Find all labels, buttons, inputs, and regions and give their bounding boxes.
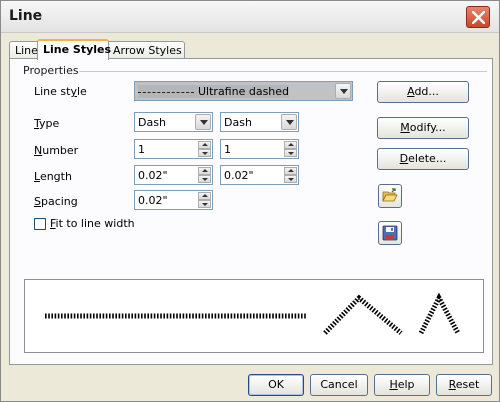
add-button[interactable]: Add... — [377, 81, 469, 103]
stepper-down-icon[interactable] — [198, 149, 211, 157]
reset-button[interactable]: Reset — [436, 374, 492, 396]
type-value-1: Dash — [138, 116, 166, 129]
spacing-value: 0.02" — [138, 194, 168, 207]
length-value-1: 0.02" — [138, 169, 168, 182]
line-style-select[interactable]: Ultrafine dashed — [134, 81, 353, 101]
stepper-arrows — [198, 141, 211, 157]
length-value-2: 0.02" — [224, 169, 254, 182]
help-button[interactable]: Help — [374, 374, 430, 396]
spacing-label: Spacing — [34, 195, 78, 208]
chevron-down-icon[interactable] — [195, 114, 211, 130]
line-preview — [24, 279, 484, 353]
type-value-2: Dash — [224, 116, 252, 129]
line-style-label: Line style — [34, 85, 87, 98]
window-title: Line — [9, 8, 43, 24]
close-icon — [472, 11, 485, 24]
line-preview-drawing — [45, 292, 461, 335]
type-select-1[interactable]: Dash — [134, 112, 213, 132]
number-label: Number — [34, 144, 79, 157]
line-dialog: Line Line Line Styles Arrow Styles Prope… — [0, 0, 500, 402]
number-stepper-1[interactable]: 1 — [134, 139, 213, 159]
stepper-arrows — [284, 167, 297, 183]
number-value-1: 1 — [138, 143, 145, 156]
fit-to-line-width-label: Fit to line width — [50, 217, 135, 230]
modify-button[interactable]: Modify... — [377, 117, 469, 139]
close-button[interactable] — [466, 6, 490, 28]
cancel-button[interactable]: Cancel — [310, 374, 368, 396]
folder-open-icon — [382, 188, 398, 202]
save-line-styles-button[interactable] — [378, 221, 402, 245]
spacing-stepper[interactable]: 0.02" — [134, 190, 213, 210]
title-bar[interactable]: Line — [1, 1, 499, 33]
tab-line-styles-label: Line Styles — [43, 43, 112, 56]
number-value-2: 1 — [224, 143, 231, 156]
stepper-arrows — [198, 192, 211, 208]
length-stepper-1[interactable]: 0.02" — [134, 165, 213, 185]
stepper-down-icon[interactable] — [198, 200, 211, 208]
tab-arrow-styles-label: Arrow Styles — [113, 44, 182, 57]
stepper-arrows — [284, 141, 297, 157]
chevron-down-icon[interactable] — [281, 114, 297, 130]
properties-group-label: Properties — [23, 64, 79, 77]
line-style-value: Ultrafine dashed — [138, 85, 290, 98]
stepper-down-icon[interactable] — [284, 149, 297, 157]
length-stepper-2[interactable]: 0.02" — [220, 165, 299, 185]
tab-line-label: Line — [15, 44, 38, 57]
number-stepper-2[interactable]: 1 — [220, 139, 299, 159]
stepper-up-icon[interactable] — [198, 167, 211, 175]
delete-button[interactable]: Delete... — [377, 148, 469, 170]
stepper-arrows — [198, 167, 211, 183]
chevron-down-icon[interactable] — [335, 83, 351, 99]
fit-to-line-width-checkbox[interactable] — [34, 218, 46, 230]
tab-arrow-styles[interactable]: Arrow Styles — [107, 41, 185, 59]
tab-line-styles[interactable]: Line Styles — [37, 39, 112, 60]
type-select-2[interactable]: Dash — [220, 112, 299, 132]
length-label: Length — [34, 170, 72, 183]
stepper-down-icon[interactable] — [284, 175, 297, 183]
stepper-up-icon[interactable] — [198, 141, 211, 149]
load-line-styles-button[interactable] — [378, 184, 402, 208]
type-label: Type — [34, 117, 60, 130]
tab-line[interactable]: Line — [9, 41, 39, 59]
floppy-disk-icon — [382, 225, 398, 241]
stepper-up-icon[interactable] — [198, 192, 211, 200]
dash-preview-icon — [138, 91, 194, 93]
ok-button[interactable]: OK — [248, 374, 304, 396]
stepper-up-icon[interactable] — [284, 141, 297, 149]
stepper-up-icon[interactable] — [284, 167, 297, 175]
properties-separator — [79, 71, 487, 72]
stepper-down-icon[interactable] — [198, 175, 211, 183]
